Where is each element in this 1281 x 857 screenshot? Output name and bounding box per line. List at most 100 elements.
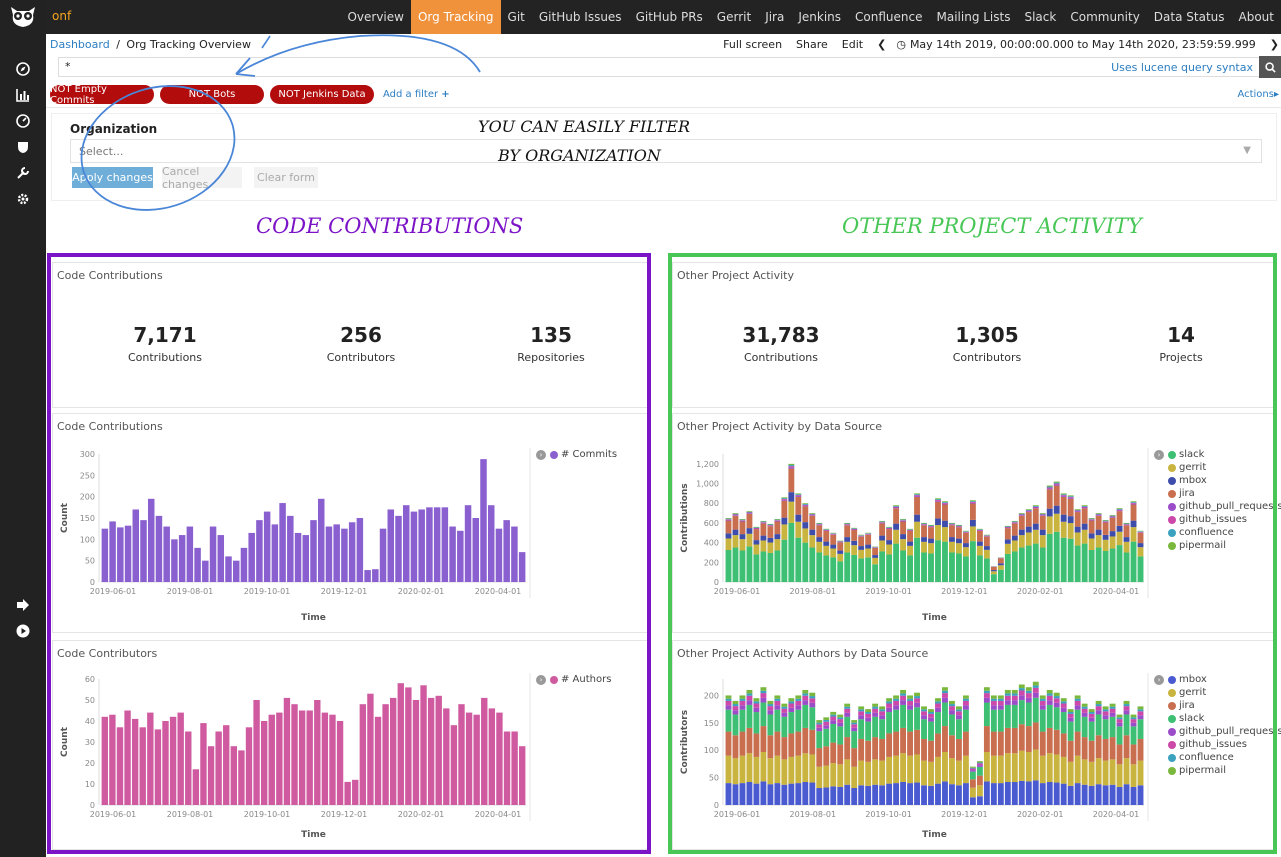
bar-segment-jira xyxy=(1011,523,1018,536)
bar-segment-slack xyxy=(949,714,955,736)
clear-form-button[interactable]: Clear form xyxy=(254,167,318,188)
legend-item[interactable]: github_pull_requests xyxy=(1154,500,1281,513)
bar-segment-pipermail xyxy=(823,717,830,720)
organization-select[interactable]: Select... ▼ xyxy=(70,139,1262,163)
bar-segment-confluence xyxy=(760,690,767,694)
time-range-picker[interactable]: May 14th 2019, 00:00:00.000 to May 14th … xyxy=(910,38,1256,51)
nav-org-tracking[interactable]: Org Tracking xyxy=(410,0,501,34)
bar-segment-mbox xyxy=(907,783,913,805)
bar-segment-gerrit xyxy=(725,755,732,784)
bar-segment-mbox xyxy=(879,785,886,805)
legend-item[interactable]: confluence xyxy=(1154,526,1281,539)
legend-toggle-icon[interactable]: › xyxy=(536,674,546,685)
bar-segment-pipermail xyxy=(1116,508,1123,509)
bar-segment-mbox xyxy=(914,514,920,522)
legend-toggle-icon[interactable]: › xyxy=(1154,674,1164,685)
legend-item[interactable]: github_issues xyxy=(1154,738,1281,751)
apply-changes-button[interactable]: Apply changes xyxy=(72,167,153,188)
legend-item[interactable]: pipermail xyxy=(1154,539,1281,552)
nav-github-issues[interactable]: GitHub Issues xyxy=(532,0,629,34)
bar-segment-mbox xyxy=(739,783,746,805)
bar xyxy=(450,725,458,805)
legend-item[interactable]: slack xyxy=(1154,712,1281,725)
bar-segment-pipermail xyxy=(732,513,739,514)
nav-jenkins[interactable]: Jenkins xyxy=(791,0,848,34)
legend-item[interactable]: mbox xyxy=(1154,474,1281,487)
bar-segment-slack xyxy=(858,719,865,739)
bar-segment-gerrit xyxy=(949,541,955,553)
filter-pill-jenkins[interactable]: NOT Jenkins Data xyxy=(270,85,374,104)
nav-confluence[interactable]: Confluence xyxy=(848,0,929,34)
time-prev-icon[interactable]: ❮ xyxy=(877,38,886,51)
bar xyxy=(232,560,240,582)
bar-segment-pipermail xyxy=(788,698,795,702)
legend-item[interactable]: gerrit xyxy=(1154,461,1281,474)
shield-icon[interactable] xyxy=(0,137,46,157)
bar-segment-jira xyxy=(1046,727,1053,754)
bar-segment-github_issues xyxy=(732,514,739,516)
bar-segment-confluence xyxy=(879,521,886,523)
wrench-icon[interactable] xyxy=(0,163,46,183)
nav-community[interactable]: Community xyxy=(1063,0,1146,34)
bar-segment-github_pull_requests xyxy=(1102,715,1109,720)
legend-item[interactable]: gerrit xyxy=(1154,686,1281,699)
add-filter-link[interactable]: Add a filter + xyxy=(383,89,450,100)
logout-icon[interactable] xyxy=(0,595,46,615)
time-next-icon[interactable]: ❯ xyxy=(1270,38,1279,51)
filter-pill-empty-commits[interactable]: NOT Empty Commits xyxy=(50,84,154,106)
nav-overview[interactable]: Overview xyxy=(340,0,411,34)
nav-about[interactable]: About xyxy=(1232,0,1281,34)
filter-pill-bots[interactable]: NOT Bots xyxy=(160,85,264,104)
bar-segment-mbox xyxy=(886,783,893,805)
share-button[interactable]: Share xyxy=(796,38,828,51)
bar xyxy=(317,498,325,582)
bar-segment-github_pull_requests xyxy=(1095,710,1102,715)
legend-item[interactable]: confluence xyxy=(1154,751,1281,764)
bar-segment-github_pull_requests xyxy=(753,528,760,530)
compass-icon[interactable] xyxy=(0,59,46,79)
edit-button[interactable]: Edit xyxy=(842,38,863,51)
bar-segment-gerrit xyxy=(858,760,865,786)
dashboard-icon[interactable] xyxy=(0,111,46,131)
legend-item[interactable]: pipermail xyxy=(1154,764,1281,777)
legend-item[interactable]: › # Authors xyxy=(536,673,611,686)
legend-toggle-icon[interactable]: › xyxy=(1154,449,1164,460)
legend-item[interactable]: › mbox xyxy=(1154,673,1281,686)
bar-chart-icon[interactable] xyxy=(0,85,46,105)
nav-github-prs[interactable]: GitHub PRs xyxy=(629,0,710,34)
bar-segment-confluence xyxy=(809,696,816,699)
search-button[interactable] xyxy=(1259,56,1281,78)
nav-slack[interactable]: Slack xyxy=(1017,0,1063,34)
legend-item[interactable]: › # Commits xyxy=(536,448,617,461)
search-input[interactable]: * xyxy=(58,57,1261,77)
bar-segment-slack xyxy=(893,709,900,732)
bar-segment-github_issues xyxy=(928,526,934,527)
nav-data-status[interactable]: Data Status xyxy=(1147,0,1232,34)
gear-icon[interactable] xyxy=(0,189,46,209)
legend-toggle-icon[interactable]: › xyxy=(536,449,546,460)
bar-segment-jira xyxy=(774,731,781,756)
legend-item[interactable]: jira xyxy=(1154,699,1281,712)
bar-segment-gerrit xyxy=(1095,758,1102,785)
bar-segment-mbox xyxy=(837,786,844,805)
legend-item[interactable]: › slack xyxy=(1154,448,1281,461)
bar-segment-jira xyxy=(900,521,907,535)
legend-item[interactable]: jira xyxy=(1154,487,1281,500)
nav-gerrit[interactable]: Gerrit xyxy=(710,0,758,34)
play-circle-icon[interactable] xyxy=(0,621,46,641)
actions-link[interactable]: Actions▸ xyxy=(1237,89,1279,100)
bar-segment-github_pull_requests xyxy=(935,500,941,502)
legend-item[interactable]: github_issues xyxy=(1154,513,1281,526)
nav-jira[interactable]: Jira xyxy=(758,0,791,34)
owl-logo-icon[interactable] xyxy=(0,0,46,34)
legend-item[interactable]: github_pull_requests xyxy=(1154,725,1281,738)
breadcrumb-dashboard-link[interactable]: Dashboard xyxy=(50,38,110,51)
nav-git[interactable]: Git xyxy=(501,0,532,34)
fullscreen-button[interactable]: Full screen xyxy=(723,38,782,51)
bar-segment-github_pull_requests xyxy=(900,700,907,705)
brand-name[interactable]: onf xyxy=(52,9,71,23)
bar-segment-jira xyxy=(1088,740,1095,762)
nav-mailing-lists[interactable]: Mailing Lists xyxy=(930,0,1018,34)
lucene-syntax-link[interactable]: Uses lucene query syntax xyxy=(1111,61,1253,74)
cancel-changes-button[interactable]: Cancel changes xyxy=(162,165,242,191)
